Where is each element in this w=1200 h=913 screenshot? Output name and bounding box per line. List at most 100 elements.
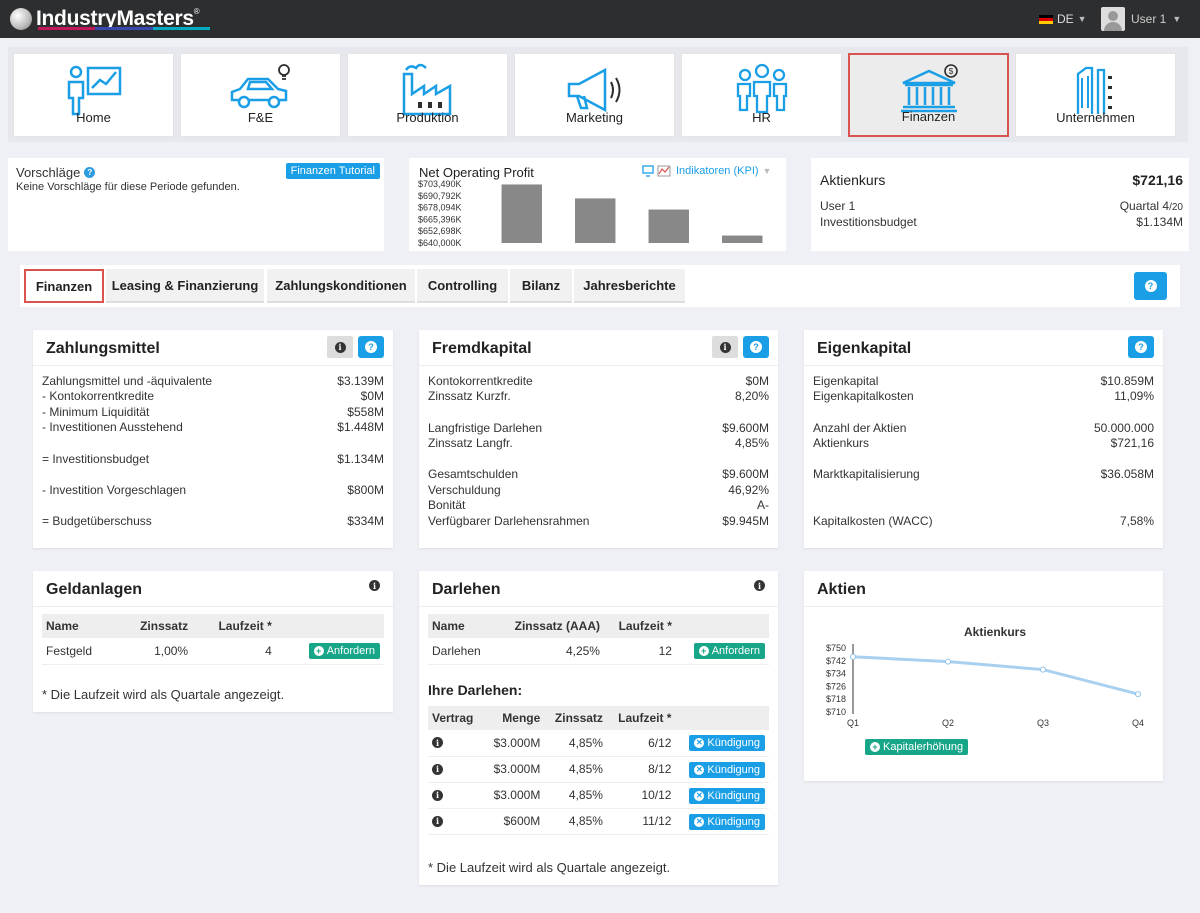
zm-row: - Kontokorrentkredite $0M — [42, 389, 384, 403]
user-menu[interactable]: User 1 ▼ — [1101, 7, 1181, 31]
darlehen-card: Darlehen i Name Zinssatz (AAA) Laufzeit … — [419, 571, 778, 885]
brand-stripe — [38, 27, 210, 30]
ek-row: Kapitalkosten (WACC) 7,58% — [813, 514, 1154, 528]
nav-home[interactable]: Home — [13, 53, 174, 137]
tutorial-button[interactable]: Finanzen Tutorial — [285, 163, 380, 179]
table-row: Festgeld 1,00% 4 + Anfordern — [42, 638, 384, 665]
plus-icon: + — [313, 646, 324, 656]
fk-row: Kontokorrentkredite $0M — [428, 374, 769, 388]
ek-row: Anzahl der Aktien 50.000.000 — [813, 421, 1154, 435]
user-name: User 1 — [1131, 12, 1167, 26]
language-selector[interactable]: DE ▼ — [1039, 12, 1087, 26]
col-menge: Menge — [483, 706, 545, 730]
y-tick-label: $734 — [826, 669, 846, 679]
divider — [419, 606, 778, 607]
help-button[interactable]: ? — [358, 336, 384, 358]
nav-produktion[interactable]: Produktion — [347, 53, 508, 137]
kuendigung-button[interactable]: ✕ Kündigung — [689, 787, 765, 804]
info-icon[interactable]: i — [369, 580, 380, 591]
aktienkurs-chart: Aktienkurs $750 $742 $734 $726 $718 $710Q1 Q2 Q3… — [826, 625, 1144, 728]
fremdkapital-card: Fremdkapital i ? Kontokorrentkredite $0M … — [419, 330, 778, 548]
cell-term: 12 — [603, 638, 676, 665]
nav-label: Produktion — [396, 110, 459, 125]
info-icon: i — [719, 341, 731, 353]
x-tick-label: Q2 — [942, 718, 954, 728]
info-icon[interactable]: i — [432, 789, 443, 801]
close-icon: ✕ — [694, 764, 705, 775]
help-icon[interactable]: ? — [84, 167, 96, 178]
zm-row: - Minimum Liquidität $558M — [42, 405, 384, 419]
card-title: Fremdkapital — [432, 340, 532, 357]
tab-finanzen[interactable]: Finanzen — [24, 269, 104, 303]
anfordern-button[interactable]: + Anfordern — [693, 643, 765, 659]
help-icon: ? — [1144, 280, 1157, 292]
geldanlagen-card: Geldanlagen i Name Zinssatz Laufzeit * F… — [33, 571, 393, 712]
budget-label: Investitionsbudget — [820, 215, 917, 229]
info-icon[interactable]: i — [754, 580, 765, 591]
x-tick-label: Q1 — [847, 718, 859, 728]
cell-rate: 4,85% — [544, 808, 607, 835]
cell-rate: 4,85% — [544, 782, 607, 809]
table-row: i $3.000M 4,85% 8/12 ✕ Kündigung — [428, 756, 769, 783]
info-button[interactable]: i — [712, 336, 738, 358]
fk-row: Verschuldung 46,92% — [428, 483, 769, 497]
cell-rate: 4,25% — [494, 638, 604, 665]
table-row: i $3.000M 4,85% 6/12 ✕ Kündigung — [428, 730, 769, 757]
info-button[interactable]: i — [327, 336, 353, 358]
nav-unternehmen[interactable]: Unternehmen — [1015, 53, 1176, 137]
table-row: i $3.000M 4,85% 10/12 ✕ Kündigung — [428, 782, 769, 809]
help-button[interactable]: ? — [743, 336, 769, 358]
data-point — [850, 653, 856, 660]
data-point — [1135, 691, 1141, 698]
kuendigung-button[interactable]: ✕ Kündigung — [689, 761, 765, 778]
nav-fue[interactable]: F&E — [180, 53, 341, 137]
eigenkapital-card: Eigenkapital ? Eigenkapital $10.859M Eige… — [804, 330, 1163, 548]
data-point — [945, 658, 951, 665]
kuendigung-button[interactable]: ✕ Kündigung — [689, 735, 765, 752]
cell-amount: $3.000M — [483, 730, 545, 757]
cell-term: 10/12 — [606, 782, 676, 809]
cell-term: 6/12 — [606, 730, 676, 757]
nav-label: Finanzen — [901, 109, 956, 124]
info-icon[interactable]: i — [432, 737, 443, 749]
info-icon: i — [334, 341, 346, 353]
tabs-help-button[interactable]: ? — [1134, 272, 1167, 300]
info-icon[interactable]: i — [432, 763, 443, 775]
tab-leasing[interactable]: Leasing & Finanzierung — [106, 269, 264, 303]
nav-finanzen[interactable]: $ Finanzen — [848, 53, 1009, 137]
cell-name: Darlehen — [428, 638, 495, 665]
price-line — [852, 655, 1139, 696]
loans-table: Vertrag Menge Zinssatz Laufzeit * i $3.0… — [428, 706, 769, 835]
kuendigung-button[interactable]: ✕ Kündigung — [689, 813, 765, 830]
data-point — [1040, 666, 1046, 673]
nav-marketing[interactable]: Marketing — [514, 53, 675, 137]
nav-hr[interactable]: HR — [681, 53, 842, 137]
footnote: * Die Laufzeit wird als Quartale angezei… — [42, 687, 285, 702]
cell-term: 4 — [192, 638, 276, 665]
tab-zahlungskonditionen[interactable]: Zahlungskonditionen — [267, 269, 415, 303]
geldanlagen-table: Name Zinssatz Laufzeit * Festgeld 1,00% … — [42, 614, 384, 665]
x-tick-label: Q4 — [1132, 718, 1144, 728]
aktienkurs-panel: Aktienkurs $721,16 User 1 Quartal 4/20 I… — [811, 158, 1189, 251]
help-button[interactable]: ? — [1128, 336, 1154, 358]
table-row: i $600M 4,85% 11/12 ✕ Kündigung — [428, 808, 769, 835]
plus-icon: + — [870, 742, 880, 752]
tab-bilanz[interactable]: Bilanz — [510, 269, 572, 303]
anfordern-button[interactable]: + Anfordern — [308, 643, 380, 659]
cell-name: Festgeld — [42, 638, 116, 665]
zm-row: = Investitionsbudget $1.134M — [42, 452, 384, 466]
zm-row: - Investitionen Ausstehend $1.448M — [42, 420, 384, 434]
fk-row: Verfügbarer Darlehensrahmen $9.945M — [428, 514, 769, 528]
info-icon[interactable]: i — [432, 815, 443, 827]
darlehen-table: Name Zinssatz (AAA) Laufzeit * Darlehen … — [428, 614, 769, 665]
chevron-down-icon: ▼ — [1077, 14, 1087, 24]
tab-jahresberichte[interactable]: Jahresberichte — [574, 269, 685, 303]
nav-label: Unternehmen — [1056, 110, 1135, 125]
budget-value: $1.134M — [1136, 215, 1183, 229]
card-title: Eigenkapital — [817, 340, 912, 357]
kapitalerhoehung-button[interactable]: + Kapitalerhöhung — [865, 739, 969, 755]
tab-controlling[interactable]: Controlling — [417, 269, 508, 303]
y-tick-label: $690,792K — [418, 191, 462, 201]
aktienkurs-value: $721,16 — [1132, 172, 1183, 188]
y-tick-label: $665,396K — [418, 214, 462, 224]
